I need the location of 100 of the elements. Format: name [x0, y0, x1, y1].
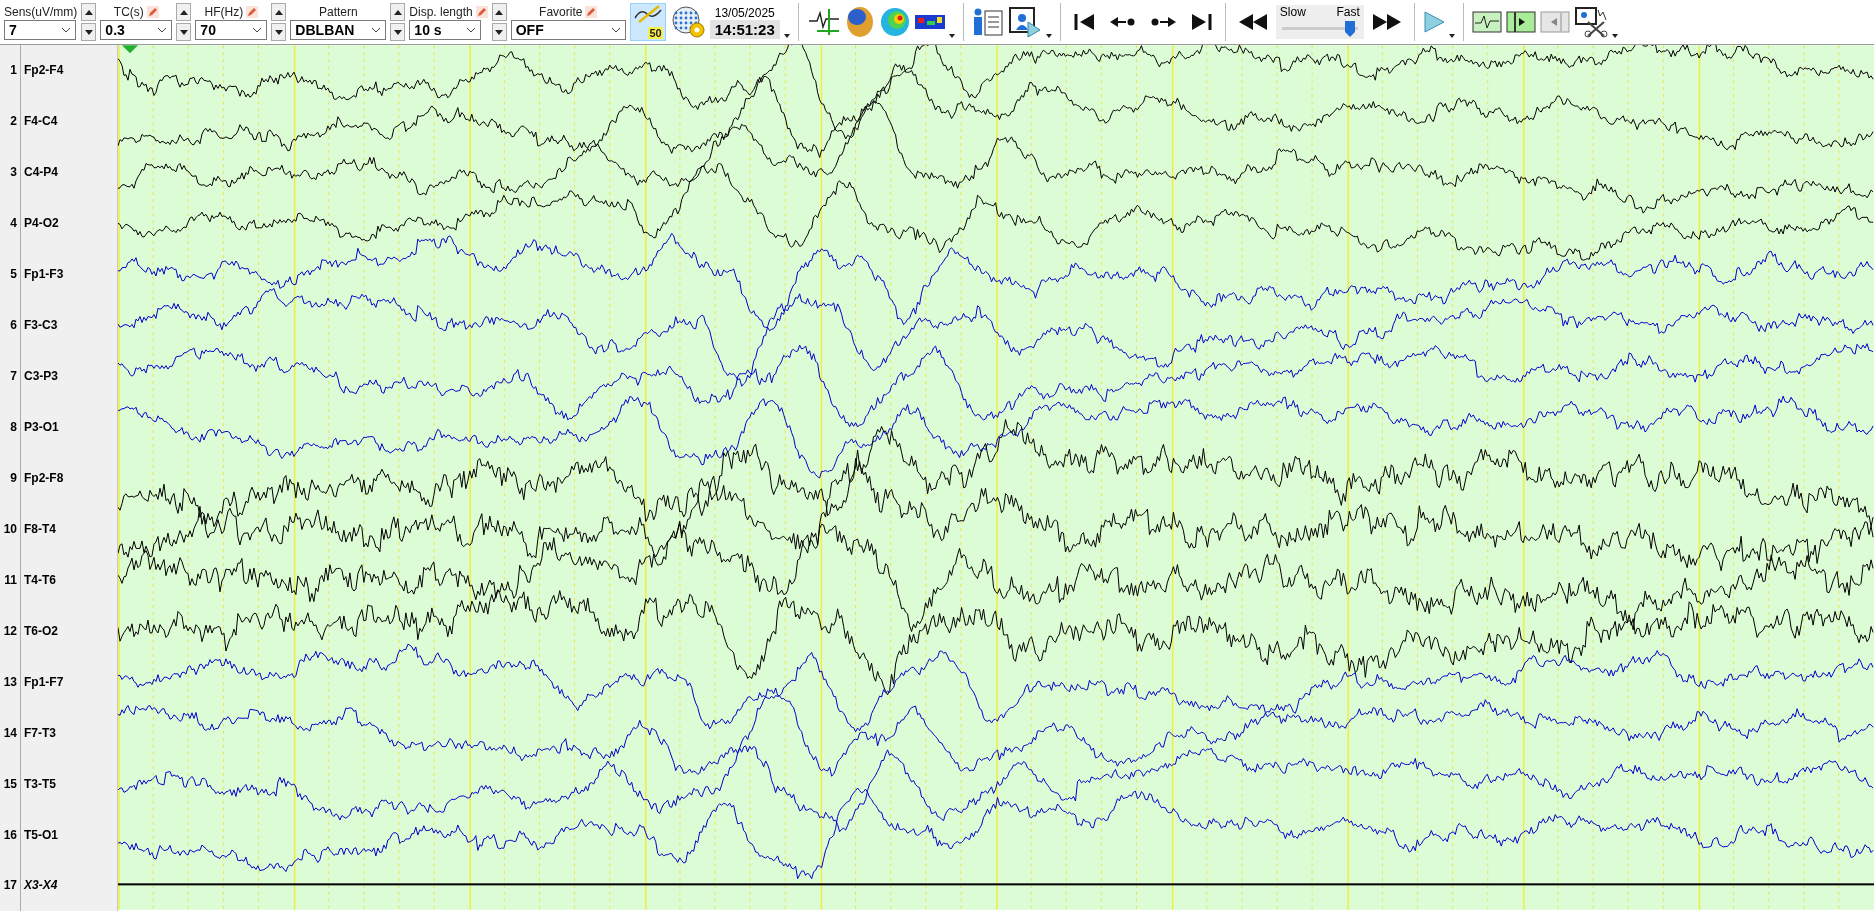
field-label: Pattern — [319, 5, 358, 19]
channel-label[interactable]: T4-T6 — [24, 572, 56, 587]
spin-up-button[interactable] — [176, 3, 192, 21]
head-gear-icon[interactable] — [669, 5, 706, 39]
triangle-down-icon — [179, 29, 188, 35]
channel-number: 17 — [2, 878, 17, 893]
spin-down-button[interactable] — [491, 23, 507, 41]
channel-label[interactable]: T6-O2 — [24, 623, 58, 638]
spin-down-button[interactable] — [81, 23, 97, 41]
pencil-icon[interactable] — [585, 6, 598, 18]
chevron-icon — [371, 27, 382, 33]
trend-line-icon — [632, 4, 663, 24]
channel-number: 2 — [9, 114, 17, 129]
pencil-icon[interactable] — [246, 6, 259, 18]
rewind-icon[interactable] — [1238, 14, 1267, 30]
channel-number: 6 — [9, 318, 17, 333]
spin-down-button[interactable] — [271, 23, 287, 41]
dropdown[interactable]: 70 — [195, 20, 268, 40]
channel-label[interactable]: F3-C3 — [24, 318, 58, 333]
chevron-icon — [610, 27, 621, 33]
channel-number: 4 — [9, 216, 17, 231]
triangle-down-icon — [274, 29, 283, 35]
caret-icon[interactable] — [1045, 34, 1052, 38]
dropdown[interactable]: 0.3 — [100, 20, 173, 40]
pencil-icon[interactable] — [475, 6, 488, 18]
fast-label: Fast — [1336, 5, 1360, 19]
chevron-icon — [466, 27, 477, 33]
triangle-up-icon — [274, 9, 283, 15]
channel-label[interactable]: P3-O1 — [24, 420, 59, 435]
channel-number: 8 — [9, 420, 17, 435]
video-icon[interactable] — [1007, 6, 1042, 38]
spin-down-button[interactable] — [176, 23, 192, 41]
caret-icon[interactable] — [1611, 34, 1618, 38]
caret-icon[interactable] — [783, 34, 790, 38]
channel-label[interactable]: Fp2-F4 — [24, 63, 64, 78]
field-label: HF(Hz) — [204, 5, 244, 19]
spin-up-button[interactable] — [271, 3, 287, 21]
channel-number: 1 — [9, 63, 17, 78]
dropdown[interactable]: OFF — [510, 20, 626, 40]
channel-label[interactable]: T3-T5 — [24, 776, 56, 791]
channel-number: 3 — [9, 165, 17, 180]
chevron-icon — [61, 27, 71, 33]
channel-label[interactable]: C3-P3 — [24, 369, 58, 384]
dropdown[interactable]: 10 s — [409, 20, 482, 40]
channel-number: 9 — [9, 470, 17, 485]
step-back-icon[interactable] — [1109, 16, 1136, 28]
spin-up-button[interactable] — [81, 3, 97, 21]
channel-label[interactable]: P4-O2 — [24, 216, 59, 231]
triangle-down-icon — [84, 29, 93, 35]
field-label: Favorite — [539, 5, 583, 19]
recording-time: 14:51:23 — [709, 19, 780, 39]
dropdown[interactable]: DBLBAN — [290, 20, 387, 40]
spectrogram-icon[interactable] — [914, 15, 945, 29]
dropdown[interactable]: 7 — [4, 20, 76, 40]
field-label: TC(s) — [113, 5, 144, 19]
triangle-up-icon — [495, 9, 504, 15]
channel-label[interactable]: C4-P4 — [24, 165, 58, 180]
channel-label[interactable]: F8-T4 — [24, 521, 56, 536]
waveform-cursor-icon[interactable] — [806, 7, 841, 37]
skip-end-icon[interactable] — [1189, 12, 1212, 32]
play-frame-icon[interactable] — [1505, 11, 1536, 33]
field-label: Sens(uV/mm) — [4, 5, 78, 19]
triangle-up-icon — [179, 9, 188, 15]
channel-number: 11 — [3, 572, 17, 587]
spin-up-button[interactable] — [390, 3, 406, 21]
fast-forward-icon[interactable] — [1372, 14, 1401, 30]
skip-start-icon[interactable] — [1073, 12, 1096, 32]
chevron-icon — [252, 27, 263, 33]
chevron-icon — [157, 27, 168, 33]
speed-slider[interactable] — [1279, 19, 1360, 39]
pencil-icon[interactable] — [146, 6, 159, 18]
spin-up-button[interactable] — [491, 3, 507, 21]
slow-label: Slow — [1279, 5, 1306, 19]
recording-date: 13/05/2025 — [714, 5, 775, 20]
caret-icon[interactable] — [1448, 34, 1455, 38]
waveform-window-icon[interactable] — [1471, 11, 1502, 33]
channel-number: 16 — [2, 827, 17, 842]
spin-down-button[interactable] — [390, 23, 406, 41]
channel-label[interactable]: F4-C4 — [24, 114, 58, 129]
auto-scale-button[interactable]: 50 — [629, 3, 666, 41]
channel-label[interactable]: Fp2-F8 — [24, 470, 64, 485]
channel-number: 15 — [2, 776, 17, 791]
video-scissors-icon[interactable] — [1573, 6, 1608, 38]
step-forward-icon[interactable] — [1149, 16, 1176, 28]
channel-label[interactable]: F7-T3 — [24, 725, 56, 740]
channel-label[interactable]: X3-X4 — [24, 878, 58, 893]
person-document-icon[interactable] — [971, 7, 1004, 37]
triangle-up-icon — [84, 9, 93, 15]
channel-number: 10 — [2, 521, 17, 536]
channel-number: 14 — [2, 725, 17, 740]
channel-number: 5 — [9, 267, 17, 282]
triangle-down-icon — [393, 29, 402, 35]
channel-label[interactable]: Fp1-F3 — [24, 267, 64, 282]
channel-label[interactable]: Fp1-F7 — [24, 674, 64, 689]
slider-thumb[interactable] — [1344, 20, 1357, 38]
channel-number: 12 — [2, 623, 17, 638]
channel-label[interactable]: T5-O1 — [24, 827, 58, 842]
caret-icon[interactable] — [948, 34, 955, 38]
channel-number: 13 — [2, 674, 17, 689]
head-map-icon[interactable] — [844, 6, 875, 38]
